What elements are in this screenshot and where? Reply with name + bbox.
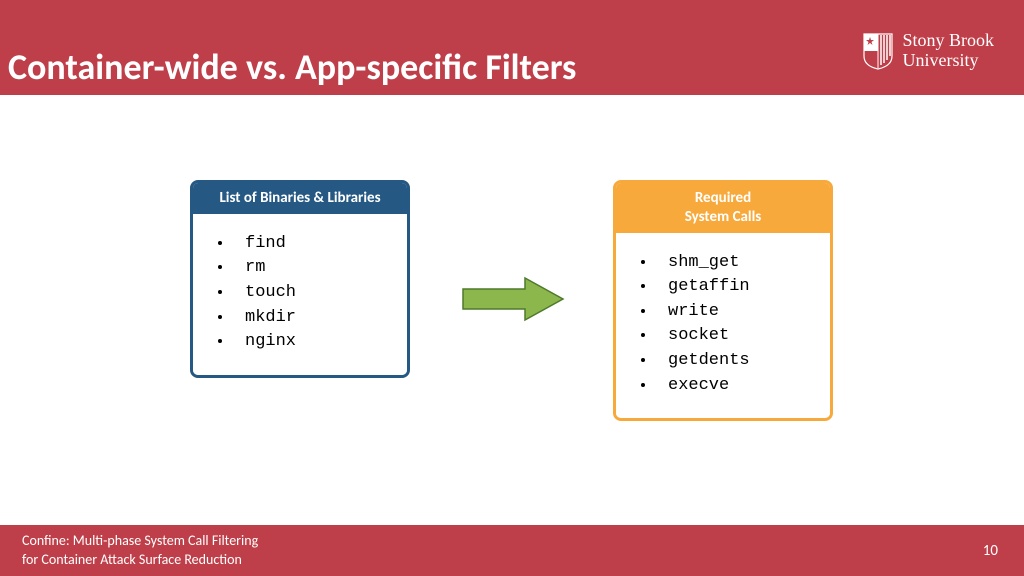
slide-content: List of Binaries & Libraries find rm tou… xyxy=(0,95,1024,525)
list-item: execve xyxy=(656,374,820,399)
page-number: 10 xyxy=(983,542,998,560)
logo-line2: University xyxy=(902,51,994,71)
list-item: rm xyxy=(233,256,397,281)
binaries-box-body: find rm touch mkdir nginx xyxy=(193,214,407,375)
footer-citation: Confine: Multi-phase System Call Filteri… xyxy=(22,532,258,568)
slide-header: Container-wide vs. App-specific Filters … xyxy=(0,0,1024,95)
binaries-libraries-box: List of Binaries & Libraries find rm tou… xyxy=(190,180,410,378)
logo-line1: Stony Brook xyxy=(902,31,994,51)
syscalls-header-l1: RequiredSystem Calls xyxy=(685,189,762,226)
footer-line1: Confine: Multi-phase System Call Filteri… xyxy=(22,532,258,550)
syscalls-list: shm_get getaffin write socket getdents e… xyxy=(642,251,820,399)
list-item: socket xyxy=(656,324,820,349)
university-logo: Stony Brook University xyxy=(862,31,994,71)
syscalls-box: RequiredSystem Calls shm_get getaffin wr… xyxy=(613,180,833,421)
list-item: getaffin xyxy=(656,275,820,300)
list-item: touch xyxy=(233,281,397,306)
syscalls-box-body: shm_get getaffin write socket getdents e… xyxy=(616,233,830,419)
logo-text: Stony Brook University xyxy=(902,31,994,71)
footer-line2: for Container Attack Surface Reduction xyxy=(22,551,258,569)
binaries-box-header: List of Binaries & Libraries xyxy=(193,183,407,214)
shield-icon xyxy=(862,32,894,70)
list-item: mkdir xyxy=(233,306,397,331)
syscalls-box-header: RequiredSystem Calls xyxy=(616,183,830,233)
list-item: write xyxy=(656,300,820,325)
arrow-right-icon xyxy=(459,275,569,323)
binaries-list: find rm touch mkdir nginx xyxy=(219,232,397,355)
list-item: find xyxy=(233,232,397,257)
list-item: getdents xyxy=(656,349,820,374)
slide-footer: Confine: Multi-phase System Call Filteri… xyxy=(0,525,1024,576)
list-item: shm_get xyxy=(656,251,820,276)
list-item: nginx xyxy=(233,330,397,355)
slide-title: Container-wide vs. App-specific Filters xyxy=(8,45,576,89)
